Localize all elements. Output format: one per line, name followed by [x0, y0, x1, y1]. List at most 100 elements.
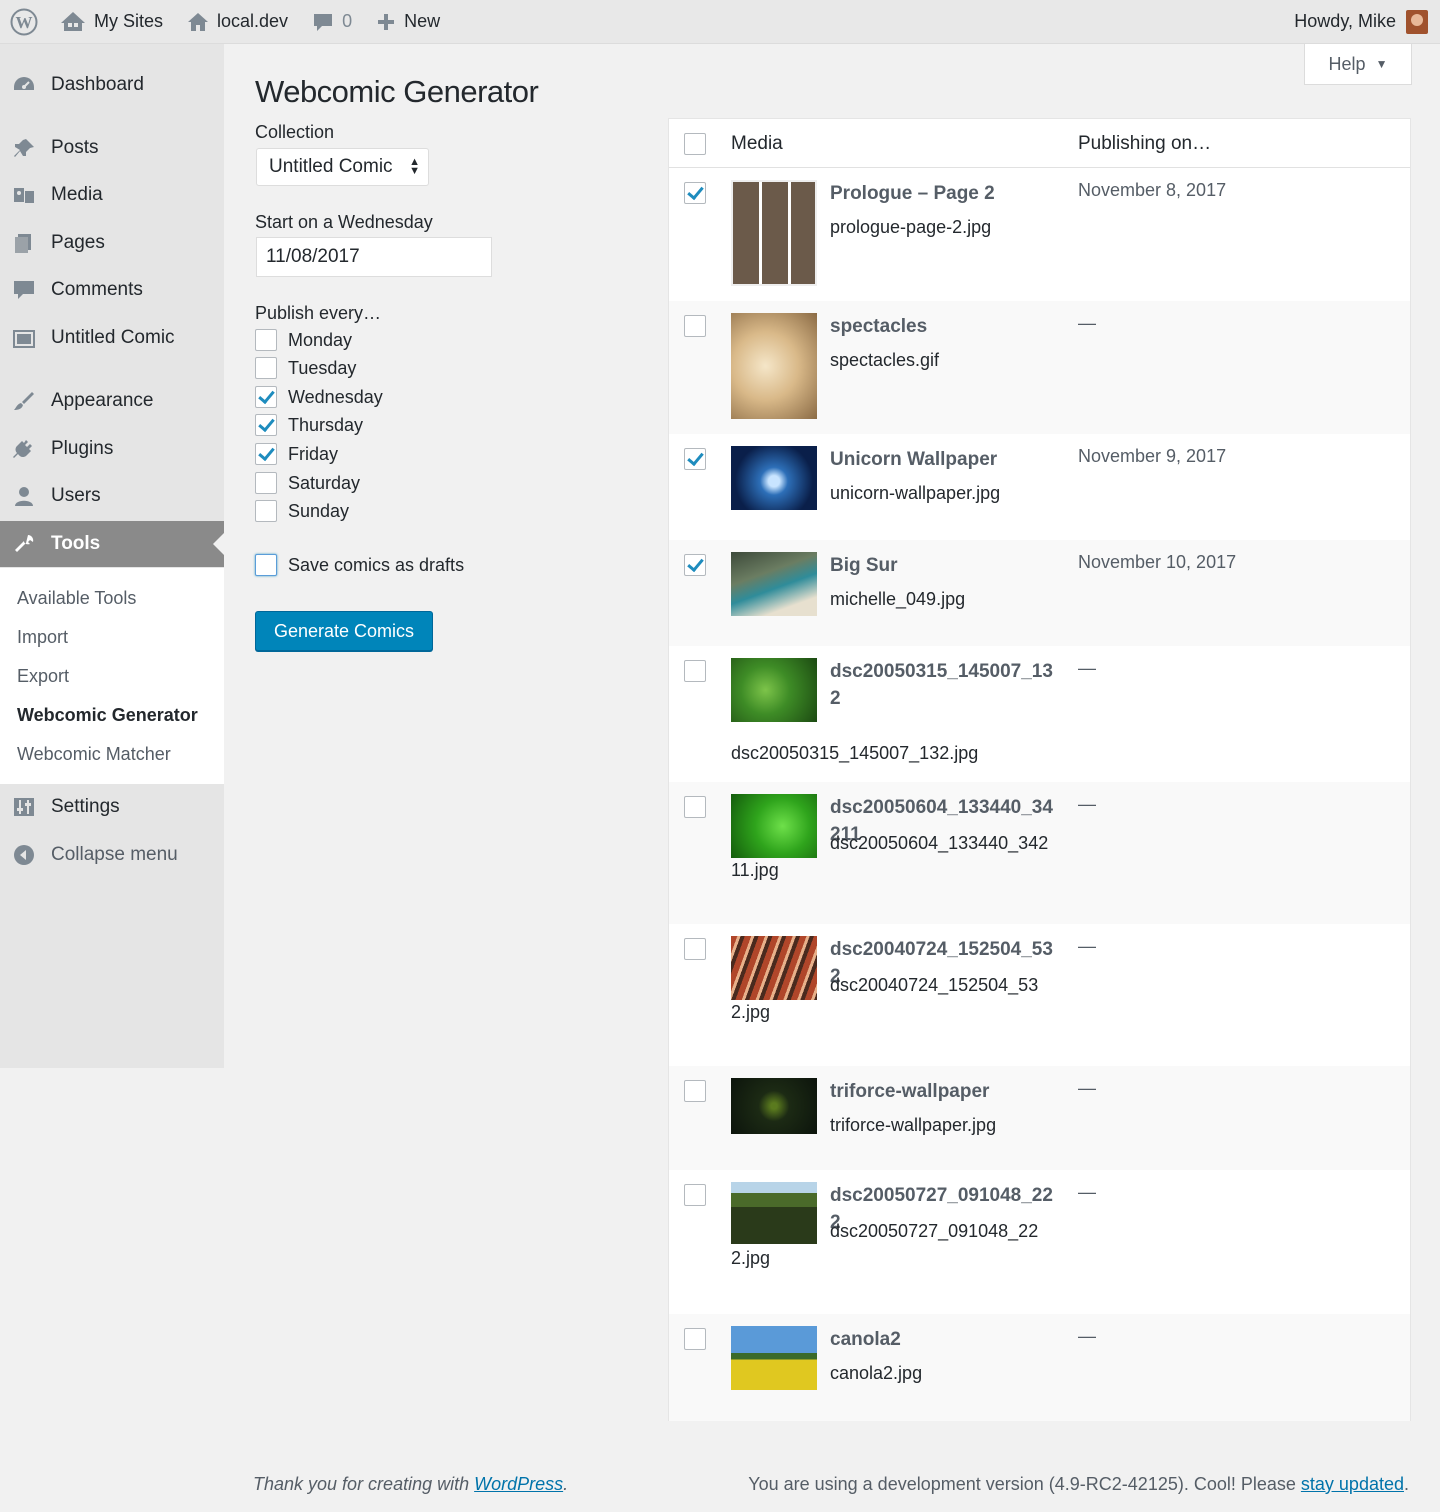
row-checkbox[interactable] — [684, 1184, 706, 1206]
site-name-menu[interactable]: local.dev — [175, 0, 300, 44]
account-menu[interactable]: Howdy, Mike — [1282, 0, 1440, 44]
day-row-wednesday: Wednesday — [255, 386, 383, 408]
menu-media[interactable]: Media — [0, 172, 224, 218]
row-checkbox[interactable] — [684, 938, 706, 960]
menu-users[interactable]: Users — [0, 473, 224, 519]
start-date-label: Start on a Wednesday — [255, 212, 433, 232]
submenu-import[interactable]: Import — [17, 627, 68, 648]
row-checkbox[interactable] — [684, 660, 706, 682]
comment-bubble-icon — [314, 13, 333, 31]
help-tab-button[interactable]: Help ▼ — [1304, 44, 1412, 85]
table-row[interactable]: dsc20050727_091048_222 dsc20050727_091048… — [669, 1170, 1410, 1314]
table-row[interactable]: Big Sur michelle_049.jpg November 10, 2017 — [669, 540, 1410, 646]
row-checkbox[interactable] — [684, 182, 706, 204]
footer-version: You are using a development version (4.9… — [748, 1474, 1409, 1495]
table-row[interactable]: dsc20050604_133440_34211 dsc20050604_1334… — [669, 782, 1410, 924]
plug-icon — [13, 440, 32, 458]
row-checkbox[interactable] — [684, 1080, 706, 1102]
menu-appearance[interactable]: Appearance — [0, 378, 224, 424]
media-title[interactable]: Prologue – Page 2 — [830, 180, 1055, 207]
new-label: New — [404, 11, 441, 31]
wordpress-link[interactable]: WordPress — [474, 1474, 563, 1494]
media-filename: prologue-page-2.jpg — [830, 217, 992, 237]
day-checkbox-thursday[interactable] — [255, 414, 277, 436]
menu-pages-label: Pages — [51, 232, 105, 253]
stay-updated-link[interactable]: stay updated — [1301, 1474, 1404, 1494]
menu-untitled-comic[interactable]: Untitled Comic — [0, 315, 224, 361]
menu-pages[interactable]: Pages — [0, 220, 224, 266]
wordpress-logo-menu[interactable]: W — [0, 0, 48, 44]
menu-posts-label: Posts — [51, 137, 99, 158]
admin-sidebar: Dashboard Posts Media Pages Comments Unt… — [0, 44, 224, 1068]
my-sites-menu[interactable]: My Sites — [48, 0, 175, 44]
media-title[interactable]: Unicorn Wallpaper — [830, 446, 1055, 473]
new-content-menu[interactable]: New — [364, 0, 452, 44]
table-row[interactable]: dsc20040724_152504_532 dsc20040724_152504… — [669, 924, 1410, 1066]
day-label: Saturday — [288, 472, 361, 493]
row-checkbox[interactable] — [684, 554, 706, 576]
menu-comments[interactable]: Comments — [0, 267, 224, 313]
select-arrows-icon: ▲ ▼ — [409, 156, 420, 177]
menu-tools[interactable]: Tools — [0, 521, 224, 567]
save-drafts-checkbox[interactable] — [255, 554, 277, 576]
media-title[interactable]: dsc20050315_145007_132 — [830, 658, 1055, 712]
media-title[interactable]: Big Sur — [830, 552, 1055, 579]
generate-comics-button[interactable]: Generate Comics — [255, 611, 433, 651]
column-header-media: Media — [731, 133, 783, 154]
submenu-webcomic-generator[interactable]: Webcomic Generator — [17, 705, 198, 726]
row-checkbox[interactable] — [684, 1328, 706, 1350]
media-title[interactable]: canola2 — [830, 1326, 1055, 1353]
collection-select[interactable]: Untitled Comic ▲ ▼ — [256, 148, 429, 186]
day-checkbox-friday[interactable] — [255, 443, 277, 465]
collapse-menu-button[interactable]: Collapse menu — [0, 832, 224, 878]
media-thumbnail — [731, 658, 817, 722]
user-icon — [15, 487, 33, 506]
media-title[interactable]: spectacles — [830, 313, 1055, 340]
start-date-input[interactable] — [256, 237, 492, 277]
select-all-checkbox[interactable] — [684, 133, 706, 155]
day-label: Wednesday — [288, 386, 383, 407]
day-checkbox-tuesday[interactable] — [255, 357, 277, 379]
tools-submenu: Available Tools Import Export Webcomic G… — [0, 568, 224, 784]
menu-dashboard[interactable]: Dashboard — [0, 62, 224, 108]
menu-posts[interactable]: Posts — [0, 125, 224, 171]
collection-select-value: Untitled Comic — [269, 156, 393, 177]
day-checkbox-wednesday[interactable] — [255, 386, 277, 408]
menu-plugins-label: Plugins — [51, 438, 114, 459]
media-thumbnail — [731, 446, 817, 510]
row-checkbox[interactable] — [684, 315, 706, 337]
table-row[interactable]: Unicorn Wallpaper unicorn-wallpaper.jpg No… — [669, 434, 1410, 540]
media-title[interactable]: triforce-wallpaper — [830, 1078, 1055, 1105]
footer-version-prefix: You are using a development version (4.9… — [748, 1474, 1301, 1494]
comment-icon — [14, 281, 34, 299]
submenu-export[interactable]: Export — [17, 666, 69, 687]
howdy-label: Howdy, Mike — [1294, 11, 1396, 31]
table-row[interactable]: dsc20050315_145007_132 dsc20050315_145007… — [669, 646, 1410, 782]
comments-menu[interactable]: 0 — [300, 0, 364, 44]
collection-label: Collection — [255, 122, 335, 142]
row-checkbox[interactable] — [684, 796, 706, 818]
day-checkbox-monday[interactable] — [255, 329, 277, 351]
table-row[interactable]: canola2 canola2.jpg — — [669, 1314, 1410, 1421]
media-table: Media Publishing on… Prologue – Page 2 pr… — [668, 118, 1411, 1421]
table-row[interactable]: spectacles spectacles.gif — — [669, 301, 1410, 434]
submenu-available-tools[interactable]: Available Tools — [17, 588, 136, 609]
table-row[interactable]: triforce-wallpaper triforce-wallpaper.jpg… — [669, 1066, 1410, 1170]
day-checkbox-saturday[interactable] — [255, 472, 277, 494]
menu-plugins[interactable]: Plugins — [0, 426, 224, 472]
column-header-publishing: Publishing on… — [1078, 133, 1212, 154]
row-checkbox[interactable] — [684, 448, 706, 470]
media-filename: dsc20050604_133440_34211.jpg — [731, 833, 1049, 880]
menu-users-label: Users — [51, 485, 101, 506]
publishing-date: — — [1078, 794, 1096, 814]
media-filename: dsc20040724_152504_532.jpg — [731, 975, 1039, 1022]
menu-settings[interactable]: Settings — [0, 784, 224, 830]
wrench-icon — [15, 535, 34, 552]
submenu-webcomic-matcher[interactable]: Webcomic Matcher — [17, 744, 171, 765]
publishing-date: — — [1078, 658, 1096, 678]
gallery-icon — [13, 330, 35, 348]
comments-count: 0 — [342, 11, 353, 31]
table-row[interactable]: Prologue – Page 2 prologue-page-2.jpg Nove… — [669, 168, 1410, 301]
wordpress-logo-icon: W — [10, 8, 38, 35]
day-checkbox-sunday[interactable] — [255, 500, 277, 522]
